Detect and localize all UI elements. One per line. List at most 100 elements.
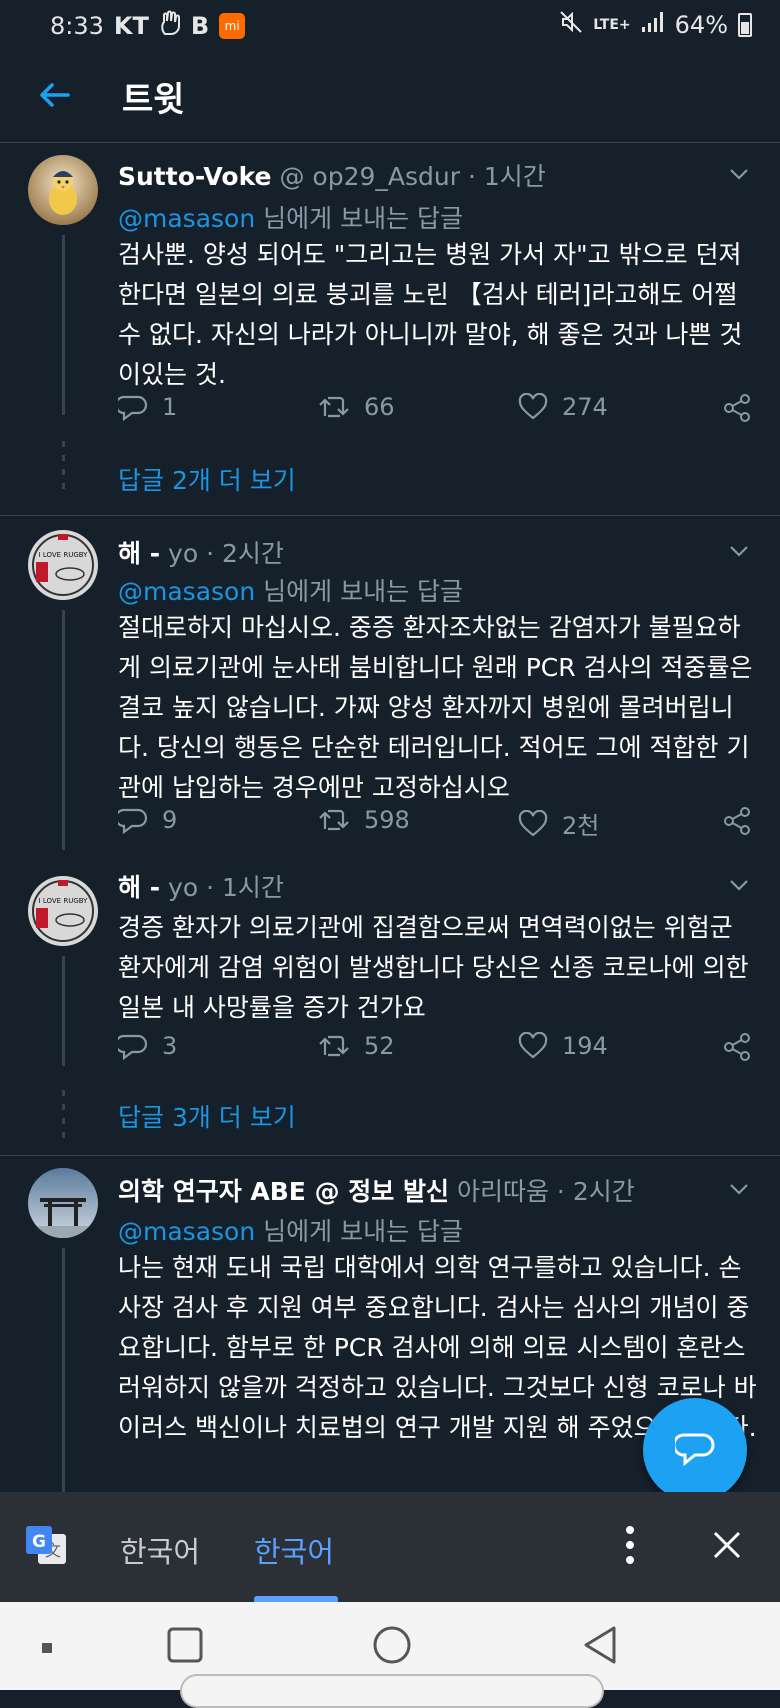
status-bar: 8:33 KT B mi LTE+ 64% bbox=[0, 0, 780, 48]
translate-more-button[interactable] bbox=[620, 1522, 640, 1568]
share-button[interactable] bbox=[722, 1032, 752, 1062]
share-icon bbox=[724, 1033, 750, 1061]
author-handle[interactable]: @ op29_Asdur bbox=[279, 162, 460, 191]
system-nav-bar bbox=[0, 1602, 780, 1708]
retweet-count: 66 bbox=[364, 393, 395, 421]
tweet-menu-button[interactable] bbox=[728, 874, 750, 896]
status-time: 8:33 bbox=[50, 12, 104, 40]
tweet-header: Sutto-Voke @ op29_Asdur · 1시간 bbox=[118, 157, 546, 193]
nav-menu-button[interactable] bbox=[40, 1640, 54, 1659]
home-icon bbox=[373, 1626, 411, 1664]
avatar[interactable] bbox=[28, 155, 98, 225]
tweet-actions: 3 52 194 bbox=[118, 1032, 758, 1072]
nav-home-button[interactable] bbox=[371, 1624, 413, 1670]
target-language-tab[interactable]: 한국어 bbox=[254, 1529, 334, 1571]
tweet-time: · 2시간 bbox=[206, 539, 284, 568]
heart-icon bbox=[518, 393, 548, 420]
reply-to-line: @masason 님에게 보내는 답글 bbox=[118, 572, 463, 608]
author-handle[interactable]: 아리따움 bbox=[457, 1177, 549, 1206]
avatar-logo-text: I LOVE RUGBY bbox=[39, 897, 89, 905]
close-icon bbox=[713, 1531, 741, 1559]
gesture-pill bbox=[180, 1674, 604, 1708]
tweet-header: 해 - yo · 2시간 bbox=[118, 534, 284, 570]
compose-reply-button[interactable] bbox=[643, 1398, 747, 1502]
tweet-actions: 1 66 274 bbox=[118, 393, 758, 433]
retweet-icon bbox=[319, 396, 349, 418]
like-count: 274 bbox=[562, 393, 608, 421]
recents-icon bbox=[167, 1627, 203, 1663]
reply-button[interactable]: 1 bbox=[118, 393, 177, 421]
reply-button[interactable]: 3 bbox=[118, 1032, 177, 1060]
mention-link[interactable]: @masason bbox=[118, 577, 255, 606]
tweet-menu-button[interactable] bbox=[728, 163, 750, 185]
share-button[interactable] bbox=[722, 806, 752, 836]
retweet-button[interactable]: 52 bbox=[318, 1032, 395, 1060]
avatar[interactable]: I LOVE RUGBY bbox=[28, 530, 98, 600]
share-icon bbox=[724, 394, 750, 422]
mention-link[interactable]: @masason bbox=[118, 204, 255, 233]
reply-bubble-icon bbox=[675, 1433, 715, 1467]
tweet[interactable]: Sutto-Voke @ op29_Asdur · 1시간 @masason 님… bbox=[0, 143, 780, 513]
avatar[interactable]: I LOVE RUGBY bbox=[28, 876, 98, 946]
reply-to-suffix: 님에게 보내는 답글 bbox=[255, 1217, 464, 1246]
tweet-menu-button[interactable] bbox=[728, 540, 750, 562]
more-vertical-icon bbox=[626, 1526, 634, 1564]
like-button[interactable]: 274 bbox=[518, 393, 608, 421]
tweet-actions: 9 598 2천 bbox=[118, 806, 758, 846]
retweet-icon bbox=[319, 1035, 349, 1057]
avatar-logo-text: I LOVE RUGBY bbox=[39, 551, 89, 559]
reply-to-line: @masason 님에게 보내는 답글 bbox=[118, 1212, 463, 1248]
show-more-replies-link[interactable]: 답글 3개 더 보기 bbox=[118, 1098, 296, 1134]
reply-to-suffix: 님에게 보내는 답글 bbox=[255, 577, 464, 606]
back-button[interactable] bbox=[30, 70, 80, 120]
heart-icon bbox=[518, 1032, 548, 1059]
author-handle[interactable]: yo bbox=[168, 873, 198, 902]
reply-button[interactable]: 9 bbox=[118, 806, 177, 834]
author-name[interactable]: 해 - bbox=[118, 539, 160, 568]
thread-line bbox=[62, 235, 65, 415]
thread-line bbox=[62, 1248, 65, 1496]
retweet-count: 52 bbox=[364, 1032, 395, 1060]
reply-to-suffix: 님에게 보내는 답글 bbox=[255, 204, 464, 233]
show-more-replies-link[interactable]: 답글 2개 더 보기 bbox=[118, 461, 296, 497]
nav-recents-button[interactable] bbox=[166, 1626, 204, 1668]
retweet-button[interactable]: 66 bbox=[318, 393, 395, 421]
reply-icon bbox=[118, 808, 148, 834]
avatar[interactable] bbox=[28, 1168, 98, 1238]
author-name[interactable]: 의학 연구자 ABE @ 정보 발신 bbox=[118, 1177, 449, 1206]
battery-icon bbox=[738, 13, 752, 37]
chevron-down-icon bbox=[730, 546, 748, 557]
author-name[interactable]: Sutto-Voke bbox=[118, 162, 272, 191]
like-count: 2천 bbox=[562, 812, 600, 840]
tweet[interactable]: I LOVE RUGBY 해 - yo · 2시간 @masason 님에게 보… bbox=[0, 516, 780, 850]
retweet-button[interactable]: 598 bbox=[318, 806, 410, 834]
battery-percent: 64% bbox=[674, 11, 728, 39]
thread-dots bbox=[62, 441, 65, 491]
share-button[interactable] bbox=[722, 393, 752, 423]
like-button[interactable]: 194 bbox=[518, 1032, 608, 1060]
status-carrier: KT bbox=[113, 12, 149, 40]
thread-line bbox=[62, 956, 65, 1066]
dot-icon bbox=[42, 1643, 52, 1653]
mention-link[interactable]: @masason bbox=[118, 1217, 255, 1246]
reply-count: 3 bbox=[162, 1032, 178, 1060]
svg-text:G: G bbox=[32, 1532, 46, 1552]
retweet-count: 598 bbox=[364, 806, 410, 834]
translate-close-button[interactable] bbox=[712, 1530, 742, 1560]
source-language-tab[interactable]: 한국어 bbox=[120, 1529, 200, 1571]
tweet-menu-button[interactable] bbox=[728, 1178, 750, 1200]
thread-line bbox=[62, 610, 65, 850]
like-button[interactable]: 2천 bbox=[518, 806, 599, 841]
tweet-time: · 2시간 bbox=[556, 1177, 635, 1206]
heart-icon bbox=[518, 809, 548, 836]
chevron-down-icon bbox=[730, 880, 748, 891]
signal-icon bbox=[641, 11, 665, 39]
thread-dots bbox=[62, 1090, 65, 1140]
mi-icon: mi bbox=[219, 13, 246, 39]
tweet[interactable]: I LOVE RUGBY 해 - yo · 1시간 경증 환자가 의료기관에 집… bbox=[0, 868, 780, 1164]
author-handle[interactable]: yo bbox=[168, 539, 198, 568]
translate-bar: 文 G 한국어 한국어 bbox=[0, 1492, 780, 1602]
tweet-header: 해 - yo · 1시간 bbox=[118, 868, 284, 904]
author-name[interactable]: 해 - bbox=[118, 873, 160, 902]
nav-back-button[interactable] bbox=[580, 1624, 620, 1670]
